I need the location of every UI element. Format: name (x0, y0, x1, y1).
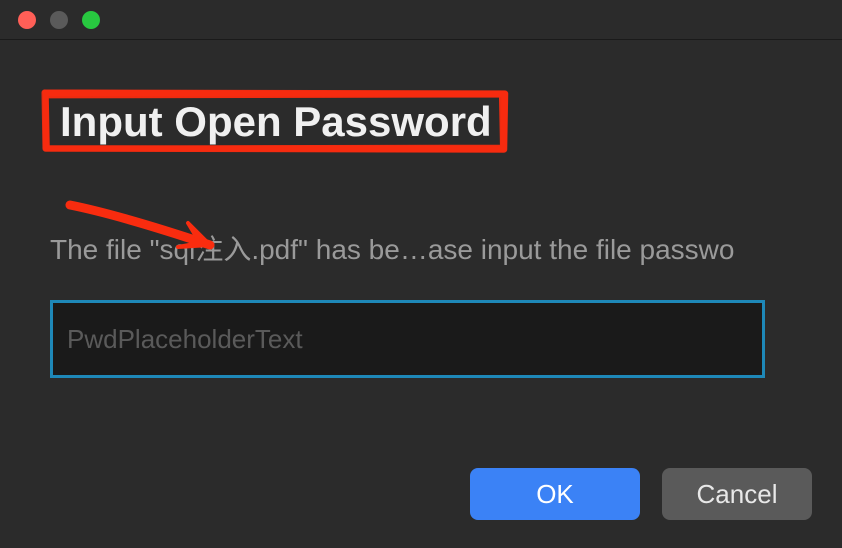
dialog-title: Input Open Password (50, 94, 502, 150)
titlebar (0, 0, 842, 40)
window-minimize-button[interactable] (50, 11, 68, 29)
window-maximize-button[interactable] (82, 11, 100, 29)
password-field-wrap (50, 300, 765, 378)
window-close-button[interactable] (18, 11, 36, 29)
button-row: OK Cancel (470, 468, 812, 520)
password-input[interactable] (50, 300, 765, 378)
title-wrap: Input Open Password (50, 94, 502, 150)
dialog-content: Input Open Password The file "sql注入.pdf"… (0, 40, 842, 408)
ok-button[interactable]: OK (470, 468, 640, 520)
dialog-message: The file "sql注入.pdf" has be…ase input th… (50, 228, 790, 268)
cancel-button[interactable]: Cancel (662, 468, 812, 520)
dialog-window: Input Open Password The file "sql注入.pdf"… (0, 0, 842, 548)
